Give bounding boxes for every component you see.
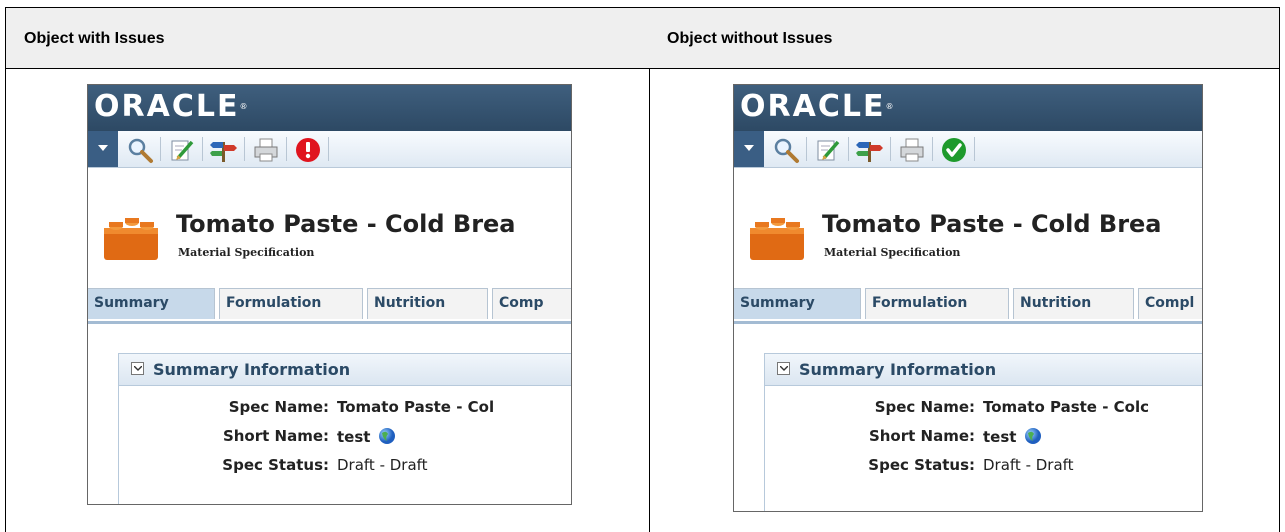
- title-area: Tomato Paste - Cold Brea Material Specif…: [734, 168, 1202, 278]
- where-used-button[interactable]: [210, 136, 238, 164]
- signpost-icon: [210, 142, 237, 162]
- header-cell-with-issues: Object with Issues: [5, 7, 650, 69]
- oracle-logo: ORACLE®: [94, 89, 248, 124]
- field-value: Tomato Paste - Colc: [983, 398, 1149, 416]
- screenshot-without-issues: ORACLE® Tomato Paste - Cold Brea Materia…: [733, 84, 1203, 512]
- tab-compliance[interactable]: Comp: [492, 288, 571, 319]
- spec-type: Material Specification: [824, 246, 961, 259]
- menu-dropdown-button[interactable]: [88, 131, 118, 167]
- issues-status-button[interactable]: [294, 136, 322, 164]
- edit-button[interactable]: [168, 136, 196, 164]
- field-label: Spec Name:: [228, 398, 329, 416]
- field-label: Short Name:: [222, 427, 329, 445]
- tab-nutrition[interactable]: Nutrition: [1013, 288, 1134, 319]
- section-body: Spec Name: Tomato Paste - Colc Short Nam…: [764, 386, 1202, 511]
- where-used-button[interactable]: [856, 136, 884, 164]
- toolbar: [88, 131, 571, 168]
- collapse-toggle[interactable]: [777, 362, 790, 375]
- search-button[interactable]: [126, 136, 154, 164]
- chevron-down-icon: [98, 145, 108, 151]
- edit-icon: [817, 140, 840, 161]
- header-without-issues: Object without Issues: [667, 30, 833, 47]
- section-header: Summary Information: [764, 353, 1202, 386]
- edit-button[interactable]: [814, 136, 842, 164]
- screenshot-with-issues: ORACLE® Tomato Paste - Cold Brea Materia…: [87, 84, 572, 505]
- field-value: Draft - Draft: [337, 456, 428, 474]
- globe-icon[interactable]: [1024, 427, 1042, 445]
- signpost-icon: [856, 142, 883, 162]
- summary-section: Summary Information Spec Name: Tomato Pa…: [118, 353, 571, 504]
- brand-bar: ORACLE®: [88, 85, 571, 131]
- spec-title: Tomato Paste - Cold Brea: [176, 210, 516, 238]
- section-header: Summary Information: [118, 353, 571, 386]
- field-label: Spec Status:: [868, 456, 975, 474]
- issues-status-button[interactable]: [940, 136, 968, 164]
- chevron-down-icon: [134, 366, 142, 371]
- field-value: test: [983, 427, 1042, 446]
- tab-summary[interactable]: Summary: [734, 288, 861, 319]
- printer-icon: [900, 138, 924, 162]
- print-button[interactable]: [252, 136, 280, 164]
- print-button[interactable]: [898, 136, 926, 164]
- chevron-down-icon: [780, 366, 788, 371]
- tab-summary[interactable]: Summary: [88, 288, 215, 319]
- oracle-logo: ORACLE®: [740, 89, 894, 124]
- material-block-icon: [750, 218, 804, 260]
- tab-compliance[interactable]: Compl: [1138, 288, 1202, 319]
- edit-icon: [171, 140, 194, 161]
- field-value: Draft - Draft: [983, 456, 1074, 474]
- field-label: Spec Name:: [874, 398, 975, 416]
- title-area: Tomato Paste - Cold Brea Material Specif…: [88, 168, 571, 278]
- collapse-toggle[interactable]: [131, 362, 144, 375]
- field-label: Spec Status:: [222, 456, 329, 474]
- toolbar: [734, 131, 1202, 168]
- section-body: Spec Name: Tomato Paste - Col Short Name…: [118, 386, 571, 504]
- spec-type: Material Specification: [178, 246, 315, 259]
- printer-icon: [254, 138, 278, 162]
- search-button[interactable]: [772, 136, 800, 164]
- spec-title: Tomato Paste - Cold Brea: [822, 210, 1162, 238]
- check-icon: [942, 138, 966, 162]
- menu-dropdown-button[interactable]: [734, 131, 764, 167]
- chevron-down-icon: [744, 145, 754, 151]
- search-icon: [128, 138, 153, 163]
- tab-nutrition[interactable]: Nutrition: [367, 288, 488, 319]
- section-title: Summary Information: [153, 360, 351, 379]
- material-block-icon: [104, 218, 158, 260]
- tab-formulation[interactable]: Formulation: [219, 288, 363, 319]
- tab-bar: Summary Formulation Nutrition Comp: [88, 288, 571, 324]
- tab-bar: Summary Formulation Nutrition Compl: [734, 288, 1202, 324]
- tab-formulation[interactable]: Formulation: [865, 288, 1009, 319]
- brand-bar: ORACLE®: [734, 85, 1202, 131]
- section-title: Summary Information: [799, 360, 997, 379]
- search-icon: [774, 138, 799, 163]
- field-value: Tomato Paste - Col: [337, 398, 495, 416]
- field-label: Short Name:: [868, 427, 975, 445]
- header-with-issues: Object with Issues: [24, 30, 165, 47]
- field-value: test: [337, 427, 396, 446]
- header-cell-without-issues: Object without Issues: [649, 7, 1280, 69]
- globe-icon[interactable]: [378, 427, 396, 445]
- summary-section: Summary Information Spec Name: Tomato Pa…: [764, 353, 1202, 511]
- error-icon: [296, 138, 320, 162]
